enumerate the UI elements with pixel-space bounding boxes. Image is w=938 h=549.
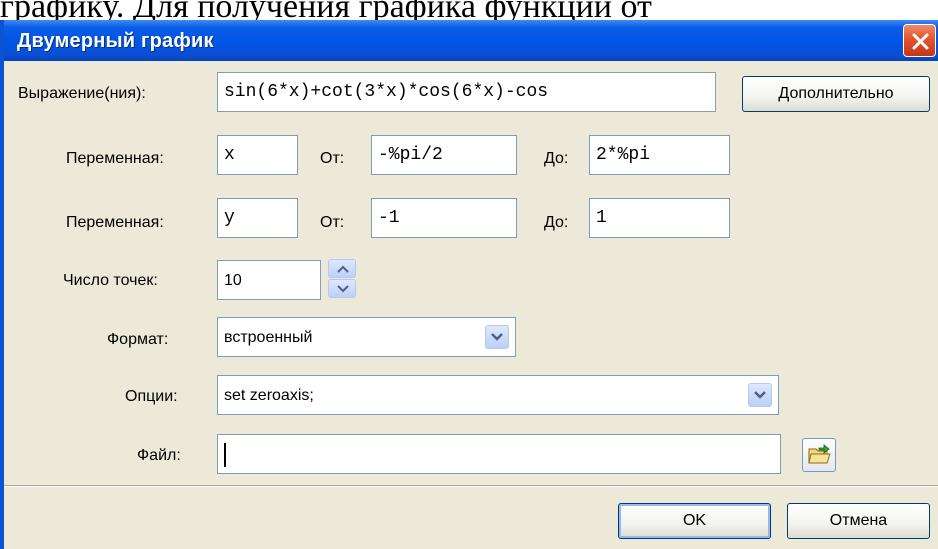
- points-input[interactable]: 10: [217, 260, 321, 300]
- format-value: встроенный: [224, 329, 313, 346]
- var2-from-value: -1: [378, 208, 400, 228]
- points-spinner[interactable]: [328, 259, 356, 299]
- points-label: Число точек:: [63, 272, 158, 289]
- var1-to-label: До:: [544, 150, 569, 167]
- file-label: Файл:: [137, 447, 181, 464]
- format-dropdown-button[interactable]: [485, 325, 509, 349]
- var2-to-input[interactable]: 1: [589, 198, 730, 238]
- spinner-down-button[interactable]: [328, 279, 356, 298]
- arrow-up-icon: [337, 265, 349, 273]
- var2-from-label: От:: [320, 214, 345, 231]
- close-button[interactable]: [903, 24, 936, 57]
- var1-from-label: От:: [320, 150, 345, 167]
- var1-to-value: 2*%pi: [596, 145, 651, 165]
- options-value: set zeroaxis;: [224, 387, 314, 404]
- dialog-titlebar[interactable]: Двумерный график: [4, 20, 938, 61]
- var1-from-value: -%pi/2: [378, 145, 443, 165]
- var2-label: Переменная:: [66, 214, 164, 231]
- cancel-button[interactable]: Отмена: [787, 503, 930, 539]
- text-caret: [224, 443, 226, 467]
- spinner-up-button[interactable]: [328, 259, 356, 278]
- open-folder-icon: [808, 444, 831, 464]
- file-input[interactable]: [217, 434, 781, 474]
- format-label: Формат:: [107, 331, 169, 348]
- options-select[interactable]: set zeroaxis;: [217, 375, 779, 415]
- ok-button[interactable]: OK: [618, 503, 771, 539]
- dialog-title: Двумерный график: [17, 30, 214, 52]
- browse-file-button[interactable]: [802, 438, 836, 472]
- var1-from-input[interactable]: -%pi/2: [371, 135, 517, 175]
- chevron-down-icon: [491, 333, 503, 341]
- expression-label: Выражение(ния):: [18, 85, 146, 102]
- background-document-text: графику. Для получения графика функции о…: [0, 0, 652, 20]
- var2-to-value: 1: [596, 208, 607, 228]
- chevron-down-icon: [754, 391, 766, 399]
- var1-label: Переменная:: [66, 150, 164, 167]
- var1-name-input[interactable]: x: [217, 135, 298, 175]
- format-select[interactable]: встроенный: [217, 317, 516, 357]
- expression-input[interactable]: sin(6*x)+cot(3*x)*cos(6*x)-cos: [217, 72, 716, 112]
- points-value: 10: [224, 272, 242, 289]
- dialog-separator: [4, 485, 938, 487]
- var2-name-input[interactable]: y: [217, 198, 298, 238]
- expression-value: sin(6*x)+cot(3*x)*cos(6*x)-cos: [224, 82, 549, 102]
- var2-from-input[interactable]: -1: [371, 198, 517, 238]
- more-options-button[interactable]: Дополнительно: [742, 76, 930, 112]
- var2-name-value: y: [224, 208, 235, 228]
- arrow-down-icon: [337, 285, 349, 293]
- var1-name-value: x: [224, 145, 235, 165]
- options-dropdown-button[interactable]: [748, 383, 772, 407]
- var2-to-label: До:: [544, 214, 569, 231]
- var1-to-input[interactable]: 2*%pi: [589, 135, 730, 175]
- options-label: Опции:: [125, 388, 178, 405]
- close-icon: [912, 33, 929, 50]
